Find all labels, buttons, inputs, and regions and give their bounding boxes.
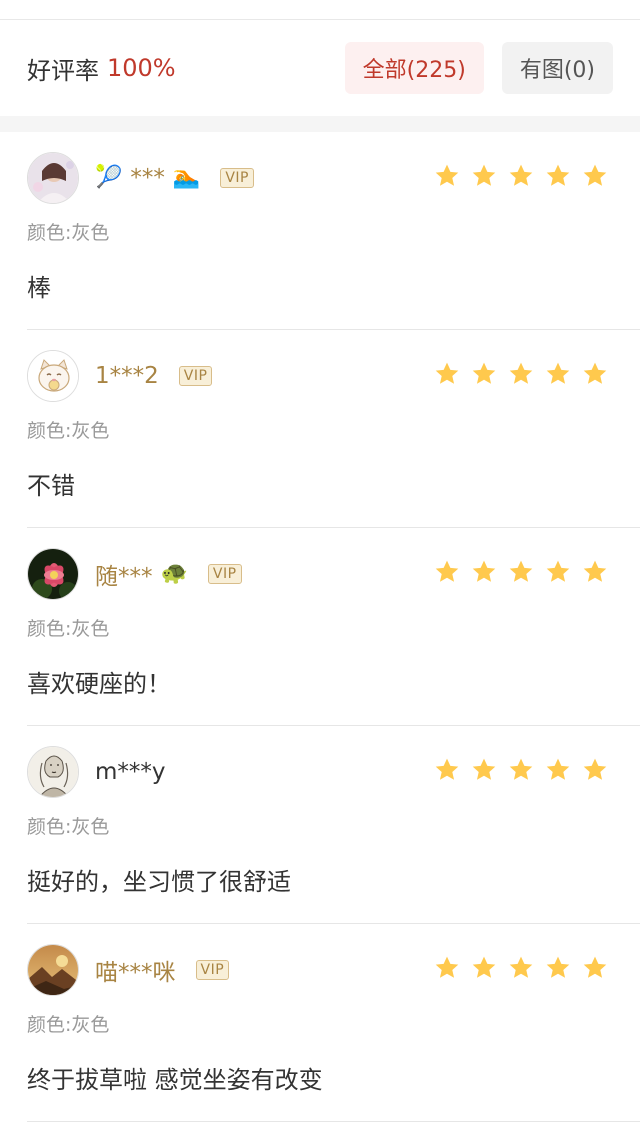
star-icon <box>583 560 607 582</box>
review-content: 挺好的，坐习惯了很舒适 <box>27 868 291 896</box>
review-list: 🎾 *** 🏊 VIP 颜色:灰色棒 1***2 VIP 颜色:灰色 不错 随*** 🐢 VIP 颜色:… <box>0 132 640 1122</box>
star-rating <box>434 559 608 585</box>
top-divider <box>0 0 640 20</box>
star-icon <box>509 362 533 384</box>
star-icon <box>472 560 496 582</box>
review-content: 棒 <box>27 274 51 302</box>
review-item: 1***2 VIP 颜色:灰色不错 <box>27 330 640 528</box>
vip-badge: VIP <box>178 366 213 386</box>
user-info-row: 随*** 🐢 VIP <box>95 556 242 592</box>
review-item: 喵***咪 VIP 颜色:灰色终于拔草啦 感觉坐姿有改变 <box>27 924 640 1122</box>
username-prefix-emoji: 🎾 <box>95 165 123 190</box>
star-rating <box>434 955 608 981</box>
star-icon <box>435 164 459 186</box>
user-info-row: m***y <box>95 754 166 790</box>
filter-with-photos-button[interactable]: 有图(0) <box>501 42 613 94</box>
star-icon <box>546 956 570 978</box>
username: 1***2 <box>95 363 159 389</box>
star-icon <box>583 758 607 780</box>
star-icon <box>583 956 607 978</box>
star-icon <box>509 758 533 780</box>
review-content: 终于拔草啦 感觉坐姿有改变 <box>27 1066 323 1094</box>
user-info-row: 喵***咪 VIP <box>95 952 230 988</box>
user-avatar[interactable] <box>27 152 79 204</box>
username-suffix-emoji: 🐢 <box>160 561 188 586</box>
star-icon <box>509 560 533 582</box>
star-icon <box>583 362 607 384</box>
review-item: 🎾 *** 🏊 VIP 颜色:灰色棒 <box>27 132 640 330</box>
vip-badge: VIP <box>195 960 230 980</box>
product-spec: 颜色:灰色 <box>27 816 110 838</box>
star-rating <box>434 757 608 783</box>
filter-all-button[interactable]: 全部(225) <box>344 42 484 94</box>
section-gap <box>0 116 640 132</box>
username: 喵***咪 <box>95 960 176 986</box>
star-rating <box>434 163 608 189</box>
lotus-flower-avatar <box>28 549 78 599</box>
username: *** <box>130 165 165 191</box>
review-item: m***y 颜色:灰色挺好的，坐习惯了很舒适 <box>27 726 640 924</box>
star-icon <box>472 164 496 186</box>
star-icon <box>546 362 570 384</box>
star-icon <box>546 758 570 780</box>
star-icon <box>435 956 459 978</box>
user-avatar[interactable] <box>27 944 79 996</box>
star-icon <box>546 164 570 186</box>
sketch-portrait-avatar <box>28 747 78 797</box>
star-icon <box>435 362 459 384</box>
star-icon <box>435 560 459 582</box>
product-spec: 颜色:灰色 <box>27 1014 110 1036</box>
star-icon <box>509 164 533 186</box>
good-rate-value: 100% <box>107 54 176 82</box>
star-rating <box>434 361 608 387</box>
product-spec: 颜色:灰色 <box>27 618 110 640</box>
user-info-row: 1***2 VIP <box>95 358 213 394</box>
review-filters: 全部(225) 有图(0) <box>344 42 613 94</box>
user-avatar[interactable] <box>27 746 79 798</box>
username: 随*** <box>95 564 153 590</box>
vip-badge: VIP <box>220 168 254 188</box>
username-suffix-emoji: 🏊 <box>172 165 201 190</box>
woman-portrait-avatar <box>28 153 78 203</box>
star-icon <box>583 164 607 186</box>
product-spec: 颜色:灰色 <box>27 420 110 442</box>
star-icon <box>435 758 459 780</box>
product-spec: 颜色:灰色 <box>27 222 110 244</box>
star-icon <box>472 956 496 978</box>
username: m***y <box>95 759 166 785</box>
star-icon <box>472 362 496 384</box>
user-avatar[interactable] <box>27 548 79 600</box>
review-content: 喜欢硬座的！ <box>27 670 171 698</box>
vip-badge: VIP <box>207 564 242 584</box>
review-content: 不错 <box>27 472 75 500</box>
review-item: 随*** 🐢 VIP 颜色:灰色喜欢硬座的！ <box>27 528 640 726</box>
good-rate-label: 好评率 <box>27 56 99 85</box>
sunset-landscape-avatar <box>28 945 78 995</box>
star-icon <box>472 758 496 780</box>
user-avatar[interactable] <box>27 350 79 402</box>
user-info-row: 🎾 *** 🏊 VIP <box>95 160 254 196</box>
rating-summary-bar: 好评率 100% 全部(225) 有图(0) <box>0 20 640 116</box>
lucky-cat-avatar <box>28 351 78 401</box>
star-icon <box>546 560 570 582</box>
star-icon <box>509 956 533 978</box>
